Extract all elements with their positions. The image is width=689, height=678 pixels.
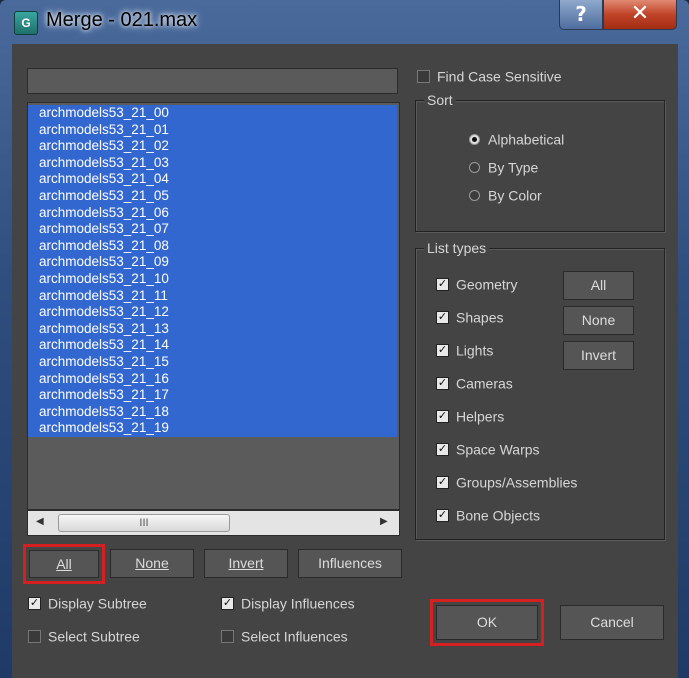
object-filter-input[interactable] [27, 68, 398, 94]
list-types-none-button[interactable]: None [563, 306, 634, 335]
radio-selected-icon [469, 133, 480, 145]
list-item[interactable]: archmodels53_21_16 [28, 371, 397, 388]
check-icon: ✓ [436, 475, 449, 489]
list-types-all-button[interactable]: All [563, 271, 634, 300]
select-none-button[interactable]: None [110, 549, 194, 578]
invert-selection-button[interactable]: Invert [204, 549, 288, 578]
check-icon: ✓ [28, 596, 41, 610]
check-icon: ✓ [436, 343, 449, 357]
list-item[interactable]: archmodels53_21_05 [28, 188, 397, 205]
list-type-space-warps-checkbox[interactable]: ✓ Space Warps [436, 440, 540, 457]
find-case-sensitive-checkbox[interactable]: Find Case Sensitive [417, 67, 562, 84]
selected-items-block: archmodels53_21_00 archmodels53_21_01 ar… [28, 105, 397, 437]
radio-icon [469, 161, 480, 173]
select-influences-checkbox[interactable]: Select Influences [221, 627, 348, 644]
list-types-group: List types ✓ Geometry ✓ Shapes ✓ Lights ✓ Ca… [415, 240, 665, 540]
list-item[interactable]: archmodels53_21_06 [28, 205, 397, 222]
list-type-shapes-checkbox[interactable]: ✓ Shapes [436, 308, 503, 325]
app-icon: G [14, 11, 38, 35]
display-influences-checkbox[interactable]: ✓ Display Influences [221, 594, 355, 611]
radio-icon [469, 189, 480, 201]
question-icon: ? [575, 2, 587, 26]
title-bar: G Merge - 021.max ? ✕ [0, 0, 689, 44]
sort-group-title: Sort [424, 92, 456, 108]
sort-by-type-radio[interactable]: By Type [469, 158, 538, 175]
list-types-group-title: List types [424, 240, 490, 256]
check-icon: ✓ [436, 442, 449, 456]
list-type-helpers-checkbox[interactable]: ✓ Helpers [436, 407, 504, 424]
select-all-button[interactable]: All [23, 544, 105, 584]
list-item[interactable]: archmodels53_21_17 [28, 387, 397, 404]
dialog-client-area: archmodels53_21_00 archmodels53_21_01 ar… [12, 44, 678, 678]
check-icon: ✓ [436, 508, 449, 522]
ok-button[interactable]: OK [430, 599, 544, 646]
list-item[interactable]: archmodels53_21_04 [28, 171, 397, 188]
list-item[interactable]: archmodels53_21_07 [28, 221, 397, 238]
list-item[interactable]: archmodels53_21_10 [28, 271, 397, 288]
help-button[interactable]: ? [559, 0, 603, 30]
scroll-left-icon[interactable]: ◀ [36, 516, 44, 527]
checkbox-empty-icon [221, 629, 234, 643]
list-types-invert-button[interactable]: Invert [563, 341, 634, 370]
list-item[interactable]: archmodels53_21_18 [28, 404, 397, 421]
list-item[interactable]: archmodels53_21_01 [28, 122, 397, 139]
influences-button[interactable]: Influences [298, 549, 402, 578]
sort-alphabetical-radio[interactable]: Alphabetical [469, 130, 564, 147]
list-item[interactable]: archmodels53_21_09 [28, 254, 397, 271]
display-subtree-checkbox[interactable]: ✓ Display Subtree [28, 594, 147, 611]
sort-by-color-radio[interactable]: By Color [469, 186, 542, 203]
dialog-window: G Merge - 021.max ? ✕ archmodels53_21_00… [0, 0, 689, 678]
object-list[interactable]: archmodels53_21_00 archmodels53_21_01 ar… [27, 102, 400, 510]
list-type-groups-assemblies-checkbox[interactable]: ✓ Groups/Assemblies [436, 473, 577, 490]
check-icon: ✓ [436, 310, 449, 324]
scroll-thumb[interactable]: III [58, 514, 230, 532]
list-type-geometry-checkbox[interactable]: ✓ Geometry [436, 275, 517, 292]
list-type-bone-objects-checkbox[interactable]: ✓ Bone Objects [436, 506, 540, 523]
list-item[interactable]: archmodels53_21_08 [28, 238, 397, 255]
list-item[interactable]: archmodels53_21_12 [28, 304, 397, 321]
scroll-right-icon[interactable]: ▶ [380, 516, 388, 527]
check-icon: ✓ [436, 277, 449, 291]
check-icon: ✓ [221, 596, 234, 610]
check-icon: ✓ [436, 409, 449, 423]
horizontal-scrollbar[interactable]: ◀ III ▶ [27, 510, 400, 536]
list-item[interactable]: archmodels53_21_14 [28, 337, 397, 354]
cancel-button[interactable]: Cancel [560, 605, 664, 640]
list-item[interactable]: archmodels53_21_19 [28, 420, 397, 437]
close-icon: ✕ [630, 1, 650, 26]
list-item[interactable]: archmodels53_21_00 [28, 105, 397, 122]
list-item[interactable]: archmodels53_21_03 [28, 155, 397, 172]
list-item[interactable]: archmodels53_21_15 [28, 354, 397, 371]
close-button[interactable]: ✕ [603, 0, 677, 30]
sort-group: Sort Alphabetical By Type By Color [415, 92, 665, 232]
list-item[interactable]: archmodels53_21_11 [28, 288, 397, 305]
list-item[interactable]: archmodels53_21_02 [28, 138, 397, 155]
checkbox-empty-icon [417, 69, 430, 83]
checkbox-empty-icon [28, 629, 41, 643]
select-subtree-checkbox[interactable]: Select Subtree [28, 627, 140, 644]
list-type-lights-checkbox[interactable]: ✓ Lights [436, 341, 493, 358]
list-type-cameras-checkbox[interactable]: ✓ Cameras [436, 374, 513, 391]
window-title: Merge - 021.max [46, 9, 198, 31]
check-icon: ✓ [436, 376, 449, 390]
list-item[interactable]: archmodels53_21_13 [28, 321, 397, 338]
